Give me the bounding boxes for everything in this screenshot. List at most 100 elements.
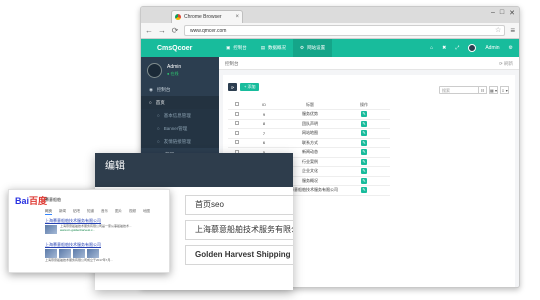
avatar[interactable] [468, 44, 477, 52]
top-nav-label: 网站设置 [307, 45, 326, 50]
top-nav-data[interactable]: ▤ 数据概况 [254, 39, 293, 57]
table-row[interactable]: 7 网站地图 ✎ [228, 128, 390, 139]
checkbox[interactable] [235, 140, 239, 145]
search-tab[interactable]: 新闻 [59, 209, 66, 215]
select-all-header[interactable] [228, 100, 246, 110]
collage: Chrome Browser × – □ ✕ ← → ⟳ www.qmcer.c… [0, 0, 540, 300]
add-button[interactable]: + 添加 [240, 83, 260, 91]
col-id[interactable]: ID [246, 100, 282, 110]
edit-icon[interactable]: ✎ [361, 177, 367, 184]
edit-icon[interactable]: ✎ [361, 149, 367, 156]
row-checkbox-cell[interactable] [228, 128, 246, 139]
sidebar-user: Admin ● 在线 [141, 57, 219, 83]
top-nav-dashboard[interactable]: ▣ 控制台 [219, 39, 254, 57]
address-bar: ← → ⟳ www.qmcer.com ☆ ≡ [141, 23, 519, 39]
export-button[interactable]: ⇩ ▾ [500, 86, 509, 94]
search-tab[interactable]: 音乐 [101, 209, 108, 215]
search-tab[interactable]: 网页 [45, 209, 52, 215]
sidebar-item-dashboard[interactable]: ◉ 控制台 [141, 83, 219, 96]
breadcrumb-home[interactable]: 控制台 [225, 61, 239, 66]
home-icon[interactable]: ⌂ [430, 45, 433, 51]
refresh-link[interactable]: ⟳ 刷新 [499, 57, 513, 70]
top-nav-label: 数据概况 [268, 45, 287, 50]
search-query[interactable]: 慕意船舶 [45, 196, 125, 204]
row-id: 6 [246, 138, 282, 148]
company-name-field[interactable]: 上海慕意船舶技术服务有限公司 [185, 220, 293, 240]
sidebar-item-label: 基本信息管理 [163, 113, 191, 118]
checkbox[interactable] [235, 102, 239, 106]
url-input[interactable]: www.qmcer.com ☆ [184, 25, 506, 36]
edit-icon[interactable]: ✎ [361, 158, 367, 165]
checkbox[interactable] [235, 121, 239, 126]
edit-icon[interactable]: ✎ [361, 139, 367, 146]
top-nav-settings[interactable]: ⚙ 网站设置 [293, 39, 333, 57]
sidebar-item-home[interactable]: ○ 首页 [141, 96, 219, 109]
english-name-field[interactable]: Golden Harvest Shipping Se [185, 245, 293, 265]
row-actions: ✎ [338, 109, 390, 120]
bookmark-star-icon[interactable]: ☆ [495, 26, 501, 36]
row-checkbox-cell[interactable] [228, 109, 246, 120]
checkbox[interactable] [235, 111, 239, 116]
row-actions: ✎ [338, 119, 390, 129]
dialog-title: 编辑 [95, 153, 293, 187]
maximize-icon[interactable]: □ [500, 9, 504, 17]
edit-icon[interactable]: ✎ [361, 120, 367, 127]
sidebar-item-links[interactable]: ○ 友情链接管理 [141, 135, 219, 148]
fullscreen-icon[interactable]: ⤢ [455, 45, 459, 51]
result-title[interactable]: 上海慕意船舶技术服务有限公司 [45, 242, 165, 248]
search-tab[interactable]: 图片 [115, 209, 122, 215]
forward-icon[interactable]: → [158, 26, 166, 35]
circle-icon: ○ [157, 139, 160, 144]
refresh-button[interactable]: ⟳ [228, 83, 237, 91]
thumbnail [59, 249, 71, 258]
table-row[interactable]: 8 团队声明 ✎ [228, 119, 390, 129]
close-tab-icon[interactable]: × [235, 11, 239, 23]
result-url[interactable]: www.cn-goldenharvest.c... [60, 228, 132, 232]
row-actions: ✎ [338, 128, 390, 139]
search-result[interactable]: 上海慕意船舶技术服务有限公司 上海慕意船舶技术服务有限公司成立于2017年7月.… [45, 242, 165, 262]
sidebar-item-label: 友情链接管理 [163, 139, 191, 144]
result-thumbnails [45, 249, 165, 258]
brand-logo[interactable]: CmsQcoer [141, 45, 219, 52]
columns-button[interactable]: ▦ ▾ [489, 86, 498, 94]
trash-icon[interactable]: ✖ [442, 45, 446, 51]
baidu-search-card: Bai百度 慕意船舶 网页 新闻 贴吧 知道 音乐 图片 视频 地图 上海慕意船舶技术服务有限… [8, 189, 170, 273]
minimize-icon[interactable]: – [491, 9, 495, 17]
sidebar-item-basic-info[interactable]: ○ 基本信息管理 [141, 109, 219, 122]
seo-title-field[interactable]: 首页seo [185, 195, 293, 215]
search-tab[interactable]: 视频 [129, 209, 136, 215]
sidebar-item-label: 控制台 [156, 87, 171, 92]
tab-strip: Chrome Browser × – □ ✕ [141, 7, 519, 23]
row-checkbox-cell[interactable] [228, 119, 246, 129]
browser-tab[interactable]: Chrome Browser × [171, 10, 243, 23]
row-checkbox-cell[interactable] [228, 138, 246, 148]
edit-icon[interactable]: ✎ [361, 168, 367, 175]
settings-icon[interactable]: ⚙ [509, 45, 513, 51]
reload-icon[interactable]: ⟳ [171, 26, 179, 35]
user-avatar [147, 62, 162, 78]
checkbox[interactable] [235, 130, 239, 135]
search-tab[interactable]: 地图 [143, 209, 150, 215]
edit-icon[interactable]: ✎ [361, 111, 367, 118]
search-tabs: 网页 新闻 贴吧 知道 音乐 图片 视频 地图 [45, 209, 150, 215]
search-input[interactable]: 搜索 [439, 86, 479, 94]
search-tab[interactable]: 知道 [87, 209, 94, 215]
circle-icon: ○ [149, 100, 152, 105]
sidebar-item-banner[interactable]: ○ Banner管理 [141, 122, 219, 135]
row-actions: ✎ [338, 138, 390, 148]
user-status: ● 在线 [167, 70, 179, 76]
browser-menu-icon[interactable]: ≡ [510, 26, 515, 35]
admin-name[interactable]: Admin [485, 45, 499, 51]
col-title[interactable]: 标题 [282, 100, 338, 110]
search-result[interactable]: 上海慕意船舶技术服务有限公司 上海慕意船舶技术服务有限公司是一家从事船舶技术..… [45, 218, 165, 234]
view-buttons: ☷ ▦ ▾ ⇩ ▾ [478, 86, 509, 94]
search-tab[interactable]: 贴吧 [73, 209, 80, 215]
edit-icon[interactable]: ✎ [361, 130, 367, 137]
back-icon[interactable]: ← [145, 26, 153, 35]
col-actions: 操作 [338, 100, 390, 110]
table-row[interactable]: 6 联系方式 ✎ [228, 138, 390, 148]
table-row[interactable]: 9 服务优势 ✎ [228, 109, 390, 120]
toggle-view-button[interactable]: ☷ [478, 86, 487, 94]
edit-icon[interactable]: ✎ [361, 187, 367, 194]
close-window-icon[interactable]: ✕ [509, 9, 515, 17]
